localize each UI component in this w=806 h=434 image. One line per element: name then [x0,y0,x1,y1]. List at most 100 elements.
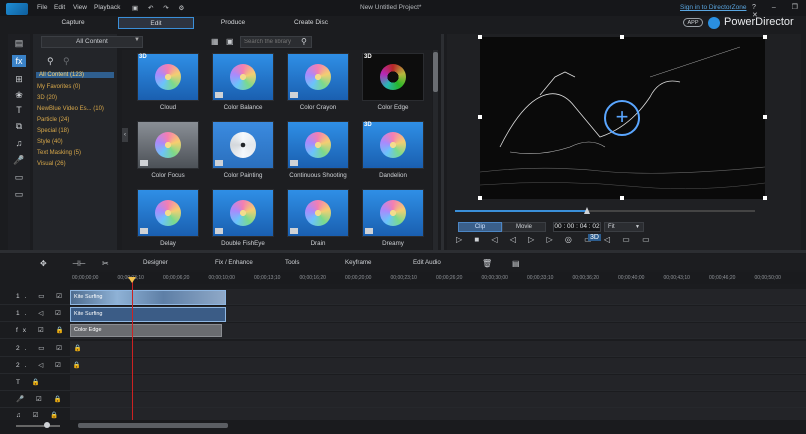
resize-handle[interactable] [478,196,482,200]
effect-thumbnail[interactable]: 3D [362,53,424,101]
pip-center-crosshair-icon[interactable]: + [604,100,640,136]
voiceover-room-icon[interactable]: 🎤 [12,154,26,166]
grid-view-icon[interactable]: ▦ [211,37,219,46]
effect-thumbnail[interactable] [212,189,274,237]
clip-mode-button[interactable]: Clip [458,222,502,232]
movie-mode-button[interactable]: Movie [502,222,546,232]
menu-playback[interactable]: Playback [94,4,120,11]
track-lane[interactable] [70,375,806,390]
track-header[interactable]: 2. ▭ ☑ 🔒 [16,344,87,352]
resize-handle[interactable] [620,35,624,39]
fx-room-icon[interactable]: fx [12,55,26,67]
effect-thumbnail[interactable] [362,189,424,237]
tab-produce[interactable]: Produce [195,17,271,29]
track-lane[interactable] [70,392,806,407]
category-select[interactable]: All Content [41,36,143,48]
track-header[interactable]: fx ☑ 🔒 [16,326,69,334]
zoom-fit-select[interactable]: Fit ▼ [604,222,644,232]
resize-handle[interactable] [478,35,482,39]
playhead-line[interactable] [132,280,133,426]
tools-button[interactable]: Tools [285,259,299,266]
category-visual[interactable]: Visual (26) [37,161,66,167]
effect-thumbnail[interactable] [287,189,349,237]
panel-divider[interactable] [441,34,444,250]
video-clip[interactable]: Kite Surfing [70,290,226,305]
category-all-content[interactable]: All Content (123) [36,72,114,78]
timecode-display[interactable]: 00 : 00 : 04 : 02 [553,222,601,232]
resize-handle[interactable] [763,196,767,200]
remove-favorite-icon[interactable]: ⚲ [63,56,70,67]
tab-capture[interactable]: Capture [35,17,111,29]
category-newblue[interactable]: NewBlue Video Es... (10) [37,106,104,112]
resize-handle[interactable] [763,35,767,39]
signin-link[interactable]: Sign in to DirectorZone [680,4,746,11]
effect-thumbnail[interactable] [137,121,199,169]
resize-handle[interactable] [763,115,767,119]
ruler-tick-label: 00;00;23;10 [390,275,417,281]
resize-handle[interactable] [478,115,482,119]
pip-room-icon[interactable]: ⊞ [12,73,26,85]
category-favorites[interactable]: My Favorites (0) [37,84,80,90]
track-lane[interactable] [70,341,806,356]
collapse-panel-button[interactable]: ‹ [122,128,128,142]
track-header[interactable]: 2. ◁ ☑ 🔒 [16,361,86,369]
add-favorite-icon[interactable]: ⚲ [47,56,54,67]
media-room-icon[interactable]: ▤ [12,37,26,49]
track-lane[interactable] [70,358,806,373]
quick-actions-icons[interactable]: ▣ ↶ ↷ ⚙ [132,4,188,12]
picture-view-icon[interactable]: ▣ [226,37,234,46]
category-text-masking[interactable]: Text Masking (5) [37,150,81,156]
tab-create-disc[interactable]: Create Disc [273,17,349,29]
tab-edit[interactable]: Edit [118,17,194,29]
flower-preview-icon [380,200,406,226]
audio-clip[interactable]: Kite Surfing [70,307,226,322]
library-scroll-thumb[interactable] [433,52,438,92]
track-header[interactable]: T 🔒 [16,378,45,386]
effect-thumbnail[interactable]: 3D [362,121,424,169]
category-particle[interactable]: Particle (24) [37,117,69,123]
flower-preview-icon [305,132,331,158]
track-manager-icon[interactable]: ✥ [40,259,47,268]
track-header[interactable]: 🎤 ☑ 🔒 [16,395,67,403]
cut-icon[interactable]: ✂ [102,259,109,268]
timeline-horizontal-scrollbar[interactable] [78,423,228,428]
designer-button[interactable]: Designer [143,259,168,266]
playback-progress-fill [455,210,587,212]
category-3d[interactable]: 3D (20) [37,95,57,101]
effect-clip[interactable]: Color Edge [70,324,222,337]
title-room-icon[interactable]: T [12,104,26,116]
subtitle-icon[interactable]: ▤ [512,259,520,268]
search-icon[interactable]: ⚲ [301,37,307,46]
resize-handle[interactable] [620,196,624,200]
transition-room-icon[interactable]: ⧉ [12,120,26,132]
effect-type-icon [215,92,223,98]
edit-audio-button[interactable]: Edit Audio [413,259,441,266]
chapter-room-icon[interactable]: ▭ [12,171,26,183]
audio-mix-room-icon[interactable]: ♫ [12,137,26,149]
effect-thumbnail[interactable] [137,189,199,237]
menu-edit[interactable]: Edit [54,4,65,11]
keyframe-button[interactable]: Keyframe [345,259,371,266]
effect-thumbnail[interactable]: 3D [137,53,199,101]
menu-file[interactable]: File [37,4,47,11]
transport-controls[interactable]: ▷ ■ ◁ ◁ ▷ ▷ ◎ ▭ ◁ ▭ ▭ [456,235,655,244]
fix-enhance-button[interactable]: Fix / Enhance [215,259,253,266]
subtitle-room-icon[interactable]: ▭ [12,188,26,200]
timeline-zoom-knob[interactable] [44,422,50,428]
app-button[interactable]: APP [683,18,703,27]
effect-thumbnail[interactable] [287,53,349,101]
category-style[interactable]: Style (40) [37,139,63,145]
3d-toggle[interactable]: 3D [588,234,601,241]
trash-icon[interactable]: 🗑 [482,259,492,268]
effect-thumbnail[interactable] [212,121,274,169]
effect-thumbnail[interactable] [212,53,274,101]
timeline-zoom-slider[interactable] [16,425,60,427]
effect-thumbnail[interactable] [287,121,349,169]
timeline-track: T 🔒 [0,375,806,391]
particle-room-icon[interactable]: ❀ [12,89,26,101]
menu-view[interactable]: View [73,4,87,11]
panel-divider[interactable] [0,250,806,253]
split-icon[interactable]: ⊣⊢ [72,259,86,268]
track-header[interactable]: ♫ ☑ 🔒 [16,411,63,419]
category-special[interactable]: Special (18) [37,128,69,134]
